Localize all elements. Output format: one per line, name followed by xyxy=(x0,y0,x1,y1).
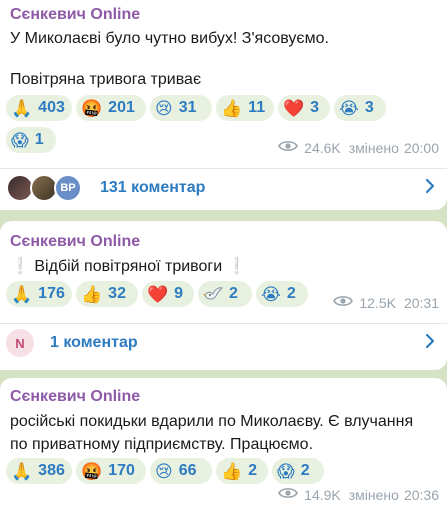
reaction-emoji: 🤬 xyxy=(81,98,103,118)
reaction-chip[interactable]: 😱 1 xyxy=(6,127,56,153)
edited-label: змінено xyxy=(348,139,399,156)
edited-label: змінено xyxy=(348,486,399,503)
reaction-count: 66 xyxy=(178,462,197,479)
reaction-chip[interactable]: 2 xyxy=(198,281,252,307)
reaction-emoji: 👍 xyxy=(81,284,103,304)
reaction-count: 9 xyxy=(174,285,184,302)
reaction-emoji: 😢 xyxy=(155,98,173,118)
eye-icon xyxy=(278,139,299,156)
eye-icon xyxy=(278,486,299,503)
message-text-line: Повітряна тривога триває xyxy=(10,71,202,88)
reaction-chip[interactable]: 😭 3 xyxy=(334,95,386,121)
reaction-chip[interactable]: 🙏 403 xyxy=(6,95,72,121)
reaction-emoji: 🙏 xyxy=(11,284,33,304)
reaction-count: 2 xyxy=(229,285,238,302)
reaction-emoji: 😭 xyxy=(261,284,281,304)
reaction-emoji: 😱 xyxy=(277,461,295,481)
author-name[interactable]: Сєнкевич Online xyxy=(10,233,140,251)
reaction-chip[interactable]: 👍 11 xyxy=(216,95,274,121)
message-bubble[interactable]: Сєнкевич Online російські покидьки вдари… xyxy=(0,378,447,507)
divider xyxy=(0,168,447,169)
reaction-count: 1 xyxy=(34,131,44,148)
message-text-line: У Миколаєві було чутно вибух! З'ясовуємо… xyxy=(10,30,329,47)
comments-link[interactable]: ВР 131 коментар xyxy=(0,170,447,206)
message-time: 20:36 xyxy=(403,486,439,503)
reaction-chip[interactable]: 🤬 170 xyxy=(76,458,146,484)
reaction-chip[interactable]: 🙏 176 xyxy=(6,281,72,307)
reaction-count: 170 xyxy=(108,462,135,479)
comments-link[interactable]: N 1 коментар xyxy=(0,325,447,361)
eye-icon xyxy=(333,294,354,311)
reaction-count: 403 xyxy=(38,99,65,116)
reaction-emoji: ❤️ xyxy=(147,284,169,304)
reaction-count: 2 xyxy=(300,462,310,479)
avatar: ВР xyxy=(54,174,82,202)
divider xyxy=(0,323,447,324)
reaction-count: 176 xyxy=(38,285,65,302)
reaction-emoji: 🙏 xyxy=(11,98,33,118)
reaction-emoji: 😭 xyxy=(339,98,359,118)
avatar: N xyxy=(6,329,34,357)
exclamation-icon: ❕ xyxy=(226,258,247,275)
exclamation-icon: ❕ xyxy=(10,258,30,275)
message-text-body: Відбій повітряної тривоги xyxy=(34,258,223,275)
reaction-chip[interactable]: 😭 2 xyxy=(256,281,308,307)
message-time: 20:31 xyxy=(403,294,439,311)
reaction-chip[interactable]: 😱 2 xyxy=(272,458,324,484)
comments-count: 1 коментар xyxy=(50,334,138,351)
reaction-count: 3 xyxy=(364,99,374,116)
reaction-emoji: 😢 xyxy=(155,461,173,481)
author-name[interactable]: Сєнкевич Online xyxy=(10,6,140,24)
reaction-chip[interactable]: 😢 66 xyxy=(150,458,212,484)
commenter-avatars: ВР xyxy=(6,174,84,202)
message-meta: 14.9K змінено 20:36 xyxy=(278,486,439,503)
reaction-count: 32 xyxy=(108,285,126,302)
reaction-count: 201 xyxy=(108,99,135,116)
chevron-right-icon xyxy=(425,333,435,354)
reaction-count: 2 xyxy=(286,285,296,302)
view-count: 14.9K xyxy=(304,486,341,503)
reaction-count: 3 xyxy=(310,99,320,116)
message-bubble[interactable]: Сєнкевич Online ❕ Відбій повітряної трив… xyxy=(0,221,447,370)
reaction-emoji: ❤️ xyxy=(283,98,305,118)
comments-count: 131 коментар xyxy=(100,179,206,196)
reaction-count: 11 xyxy=(248,99,266,116)
reaction-count: 31 xyxy=(178,99,197,116)
reaction-emoji: 🤬 xyxy=(81,461,103,481)
view-count: 12.5K xyxy=(359,294,396,311)
reaction-chip[interactable]: 🙏 386 xyxy=(6,458,72,484)
reaction-count: 2 xyxy=(248,462,258,479)
reaction-chip[interactable]: ❤️ 3 xyxy=(278,95,330,121)
reaction-count: 386 xyxy=(38,462,65,479)
reaction-chip[interactable]: 😢 31 xyxy=(150,95,212,121)
reaction-emoji: 🙏 xyxy=(11,461,33,481)
message-meta: 12.5K 20:31 xyxy=(333,294,439,311)
message-bubble[interactable]: Сєнкевич Online У Миколаєві було чутно в… xyxy=(0,0,447,210)
view-count: 24.6K xyxy=(304,139,341,156)
reaction-emoji: 😱 xyxy=(11,130,29,150)
reaction-chip[interactable]: 👍 2 xyxy=(216,458,268,484)
chevron-right-icon xyxy=(425,178,435,199)
reaction-chip[interactable]: ❤️ 9 xyxy=(142,281,194,307)
message-text: ❕ Відбій повітряної тривоги ❕ xyxy=(10,256,247,276)
author-name[interactable]: Сєнкевич Online xyxy=(10,388,140,406)
reaction-chip[interactable]: 👍 32 xyxy=(76,281,138,307)
message-time: 20:00 xyxy=(403,139,439,156)
reaction-chip[interactable]: 🤬 201 xyxy=(76,95,146,121)
reaction-emoji: 👍 xyxy=(221,461,243,481)
message-text: російські покидьки вдарили по Миколаєву.… xyxy=(10,413,414,453)
reaction-emoji xyxy=(203,285,223,303)
reaction-emoji: 👍 xyxy=(221,98,243,118)
message-meta: 24.6K змінено 20:00 xyxy=(278,139,439,156)
